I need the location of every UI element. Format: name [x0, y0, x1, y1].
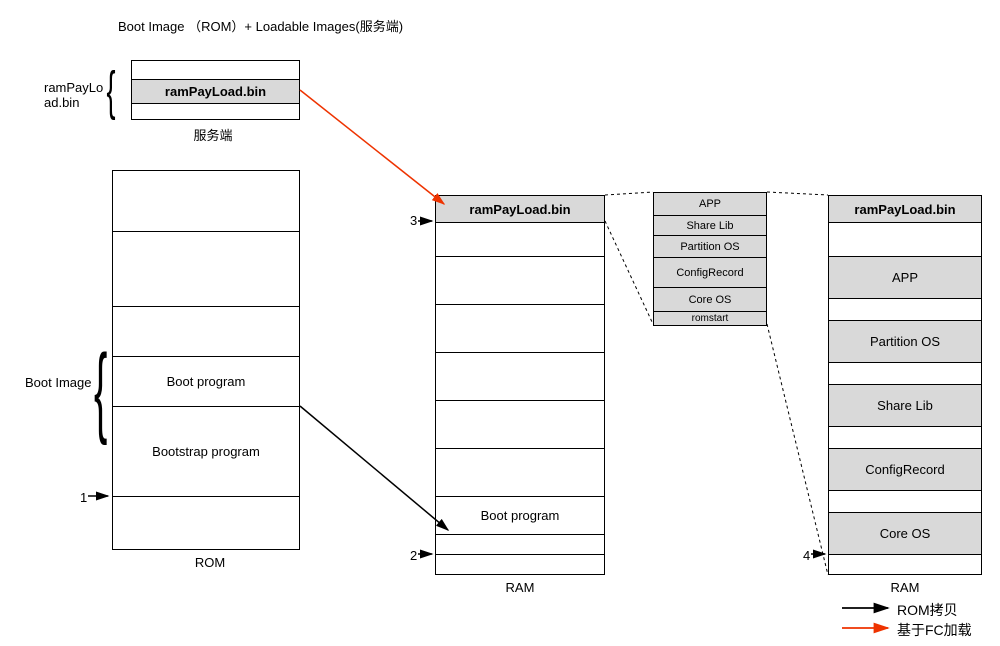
- step-3-label: 3: [410, 213, 417, 228]
- detail-partitionos: Partition OS: [654, 235, 766, 257]
- brace-icon: {: [94, 340, 107, 440]
- ram2-coreos: Core OS: [829, 512, 981, 554]
- detail-block: APP Share Lib Partition OS ConfigRecord …: [653, 192, 767, 326]
- ram2-app: APP: [829, 256, 981, 298]
- detail-coreos: Core OS: [654, 287, 766, 311]
- ram-block: ramPayLoad.bin Boot program: [435, 195, 605, 575]
- rom-boot-program: Boot program: [113, 356, 299, 406]
- ram2-block: ramPayLoad.bin APP Partition OS Share Li…: [828, 195, 982, 575]
- ram-boot-program: Boot program: [436, 496, 604, 534]
- ram2-caption: RAM: [885, 580, 925, 595]
- ram-caption: RAM: [500, 580, 540, 595]
- ram2-configrecord: ConfigRecord: [829, 448, 981, 490]
- rom-bootstrap-program: Bootstrap program: [113, 406, 299, 496]
- ram2-sharelib: Share Lib: [829, 384, 981, 426]
- detail-configrecord: ConfigRecord: [654, 257, 766, 287]
- brace-icon: {: [107, 64, 116, 118]
- server-caption: 服务端: [173, 125, 253, 144]
- rom-block: Boot program Bootstrap program: [112, 170, 300, 550]
- rom-caption: ROM: [180, 555, 240, 570]
- detail-app: APP: [654, 193, 766, 215]
- step-4-label: 4: [803, 548, 810, 563]
- detail-romstart: romstart: [654, 311, 766, 325]
- boot-diagram: Boot Image （ROM）+ Loadable Images(服务端) r…: [0, 0, 1000, 646]
- legend-rom-copy: ROM拷贝: [897, 600, 958, 620]
- server-block: ramPayLoad.bin: [131, 60, 300, 120]
- detail-sharelib: Share Lib: [654, 215, 766, 235]
- ram2-partitionos: Partition OS: [829, 320, 981, 362]
- step-2-label: 2: [410, 548, 417, 563]
- diagram-title: Boot Image （ROM）+ Loadable Images(服务端): [118, 16, 403, 35]
- server-rampayload: ramPayLoad.bin: [132, 79, 299, 103]
- rampayload-bin-label: ramPayLo ad.bin: [44, 80, 103, 110]
- boot-image-label: Boot Image: [25, 375, 92, 390]
- ram-rampayload: ramPayLoad.bin: [436, 196, 604, 222]
- ram2-rampayload: ramPayLoad.bin: [829, 196, 981, 222]
- legend-fc-load: 基于FC加载: [897, 620, 972, 640]
- step-1-label: 1: [80, 490, 87, 505]
